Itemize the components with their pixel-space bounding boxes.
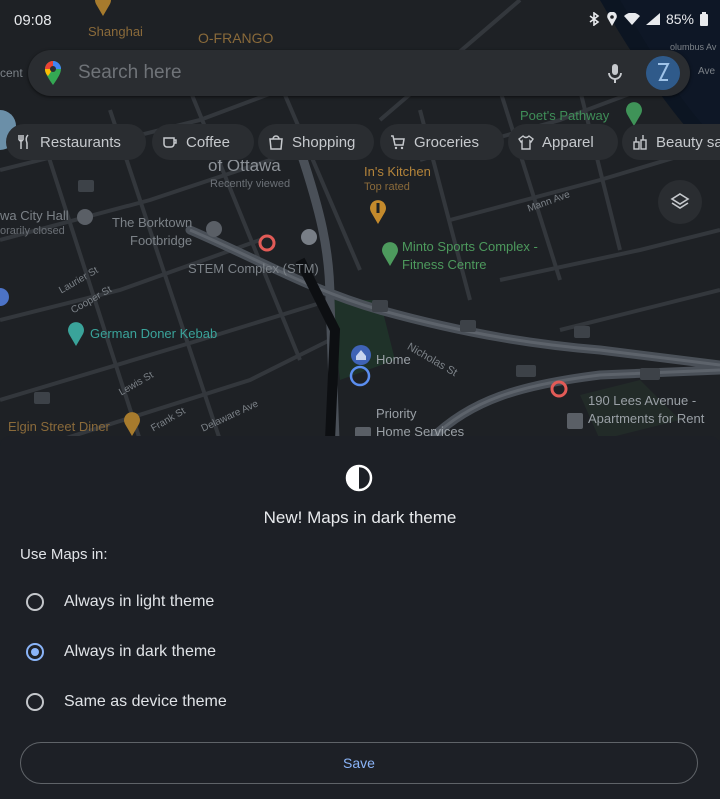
transit-marker-icon[interactable] [0,286,10,308]
status-time: 09:08 [14,12,52,29]
chip-shopping[interactable]: Shopping [258,124,374,160]
map-label[interactable]: Home [376,352,411,367]
place-marker-icon[interactable] [550,380,568,398]
map-label: olumbus Av [670,42,717,52]
maps-logo-icon [45,61,61,85]
restaurant-marker-icon[interactable] [122,410,142,436]
landmark-marker-icon[interactable] [205,220,223,242]
bluetooth-icon [589,12,600,26]
map-label[interactable]: Priority [376,406,416,421]
map-label[interactable]: Elgin Street Diner [8,419,110,434]
search-bar[interactable]: Search here [28,50,690,96]
chip-groceries[interactable]: Groceries [380,124,504,160]
category-chips: Restaurants Coffee Shopping Groceries Ap… [0,124,720,160]
map-label: orarily closed [0,225,65,237]
chip-label: Groceries [414,133,480,151]
option-label: Same as device theme [64,693,227,710]
status-bar: 09:08 85% [0,0,720,40]
location-dot-icon [349,365,371,387]
option-dark-theme[interactable]: Always in dark theme [26,637,216,667]
layers-button[interactable] [658,180,702,224]
fitness-marker-icon[interactable] [380,240,400,266]
chip-label: Apparel [542,133,594,151]
map-label[interactable]: STEM Complex (STM) [188,261,319,276]
home-marker-icon[interactable] [350,344,372,366]
government-marker-icon[interactable] [76,208,94,230]
wifi-icon [623,13,640,25]
chip-label: Beauty sa [656,133,720,151]
radio-button-selected[interactable] [26,643,44,661]
microphone-icon[interactable] [604,62,626,84]
dark-theme-sheet: New! Maps in dark theme Use Maps in: Alw… [0,436,720,799]
map-label[interactable]: Poet's Pathway [520,108,609,123]
sheet-title: New! Maps in dark theme [263,508,457,527]
shopping-marker-icon[interactable] [66,320,86,346]
school-marker-icon[interactable] [300,228,318,250]
battery-percent: 85% [665,11,694,27]
map-label[interactable]: The Borktown [112,215,192,230]
business-marker-icon[interactable] [566,412,584,430]
chip-apparel[interactable]: Apparel [508,124,618,160]
option-label: Always in light theme [64,593,215,610]
profile-image-icon [646,56,680,90]
shopping-bag-icon [269,135,283,150]
chip-label: Coffee [186,133,230,151]
beauty-icon [633,135,647,150]
map-label[interactable]: 190 Lees Avenue - [588,393,696,408]
option-device-theme[interactable]: Same as device theme [26,687,227,717]
map-label[interactable]: Footbridge [130,233,192,248]
chip-label: Shopping [292,133,356,151]
chip-coffee[interactable]: Coffee [152,124,254,160]
search-input[interactable]: Search here [78,62,604,84]
location-icon [607,12,617,26]
use-maps-label: Use Maps in: [20,546,108,563]
restaurant-marker-icon[interactable] [368,198,388,224]
map-label: Top rated [364,181,410,193]
radio-button[interactable] [26,593,44,611]
place-marker-icon[interactable] [258,234,276,252]
map-view[interactable]: Shanghai O-FRANGO Poet's Pathway of Otta… [0,0,720,440]
park-marker-icon[interactable] [624,100,644,126]
save-button[interactable]: Save [20,742,698,784]
shirt-icon [518,135,534,150]
battery-icon [700,12,708,26]
chip-restaurants[interactable]: Restaurants [6,124,146,160]
signal-icon [645,13,660,25]
map-label[interactable]: wa City Hall [0,208,69,223]
map-label: cent [0,66,23,80]
option-label: Always in dark theme [64,643,217,660]
map-label: Ave [698,66,716,77]
layers-icon [670,193,690,209]
option-light-theme[interactable]: Always in light theme [26,587,214,617]
radio-button[interactable] [26,693,44,711]
chip-label: Restaurants [40,133,121,151]
map-label[interactable]: Minto Sports Complex - [402,239,538,254]
map-label: Recently viewed [210,178,291,190]
map-label[interactable]: Fitness Centre [402,257,487,272]
map-label[interactable]: In's Kitchen [364,164,431,179]
fork-knife-icon [18,134,29,149]
coffee-cup-icon [163,137,177,148]
shopping-cart-icon [391,135,405,150]
map-label[interactable]: Apartments for Rent [588,411,704,426]
map-label[interactable]: German Doner Kebab [90,326,217,341]
chip-beauty[interactable]: Beauty sa [622,124,720,160]
contrast-icon [345,464,373,492]
avatar[interactable] [646,56,680,90]
